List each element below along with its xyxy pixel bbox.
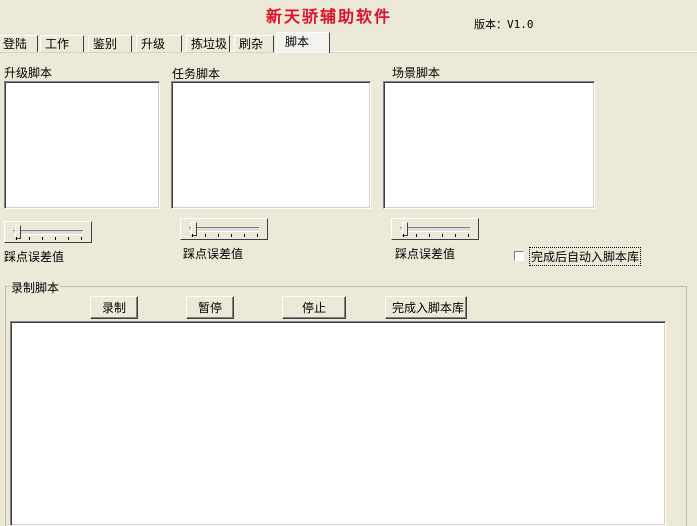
slider-tick	[68, 237, 69, 240]
recorded-script-textarea[interactable]	[10, 321, 666, 526]
slider-tick	[16, 237, 17, 240]
scene-script-label: 场景脚本	[392, 66, 441, 80]
slider-tick	[257, 234, 258, 237]
task-script-list[interactable]	[171, 81, 371, 209]
slider-tick	[55, 237, 56, 240]
slider-tick	[42, 237, 43, 240]
app-title: 新天骄辅助软件	[266, 7, 393, 26]
tab-login[interactable]: 登陆	[0, 35, 38, 52]
auto-import-checkbox[interactable]	[514, 251, 524, 261]
slider-tick	[455, 234, 456, 237]
slider-tick	[231, 234, 232, 237]
slider-tick	[416, 234, 417, 237]
tab-bar: 登陆 工作 鉴别 升级 拣垃圾 刷杂 脚本	[0, 32, 697, 53]
step-tolerance-slider-3[interactable]	[391, 218, 479, 240]
slider-track	[189, 227, 259, 232]
version-label: 版本：V1.0	[474, 18, 534, 31]
finish-import-button[interactable]: 完成入脚本库	[385, 296, 467, 319]
tab-label: 升级	[141, 37, 166, 51]
tab-label: 鉴别	[93, 37, 118, 51]
slider-tick	[403, 234, 404, 237]
tab-label: 刷杂	[239, 37, 264, 51]
slider-tick	[442, 234, 443, 237]
tab-label: 脚本	[285, 35, 310, 49]
upgrade-script-list[interactable]	[4, 81, 160, 209]
tab-upgrade[interactable]: 升级	[136, 35, 182, 52]
step-tolerance-slider-1[interactable]	[4, 221, 92, 243]
slider-track	[13, 230, 83, 235]
record-button[interactable]: 录制	[90, 296, 138, 319]
step-tolerance-slider-2[interactable]	[180, 218, 268, 240]
step-tolerance-label-2: 踩点误差值	[183, 247, 244, 261]
slider-tick	[81, 237, 82, 240]
slider-tick	[468, 234, 469, 237]
scene-script-list[interactable]	[383, 81, 595, 209]
upgrade-script-label: 升级脚本	[4, 66, 53, 80]
slider-tick	[429, 234, 430, 237]
tab-label: 拣垃圾	[191, 37, 228, 51]
pause-button[interactable]: 暂停	[186, 296, 234, 319]
step-tolerance-label-1: 踩点误差值	[4, 250, 65, 264]
tab-label: 登陆	[3, 37, 28, 51]
tab-pickup-junk[interactable]: 拣垃圾	[186, 35, 230, 52]
stop-button[interactable]: 停止	[282, 296, 346, 319]
tab-script[interactable]: 脚本	[276, 32, 330, 53]
slider-tick	[192, 234, 193, 237]
slider-tick	[29, 237, 30, 240]
task-script-label: 任务脚本	[172, 67, 221, 81]
auto-import-label[interactable]: 完成后自动入脚本库	[529, 247, 642, 266]
tab-identify[interactable]: 鉴别	[88, 35, 132, 52]
slider-tick	[205, 234, 206, 237]
step-tolerance-label-3: 踩点误差值	[395, 247, 456, 261]
tab-label: 工作	[45, 37, 70, 51]
slider-tick	[244, 234, 245, 237]
slider-tick	[218, 234, 219, 237]
tab-work[interactable]: 工作	[40, 35, 84, 52]
tab-grind[interactable]: 刷杂	[234, 35, 274, 52]
record-script-group-title: 录制脚本	[10, 279, 61, 296]
slider-track	[400, 227, 470, 232]
